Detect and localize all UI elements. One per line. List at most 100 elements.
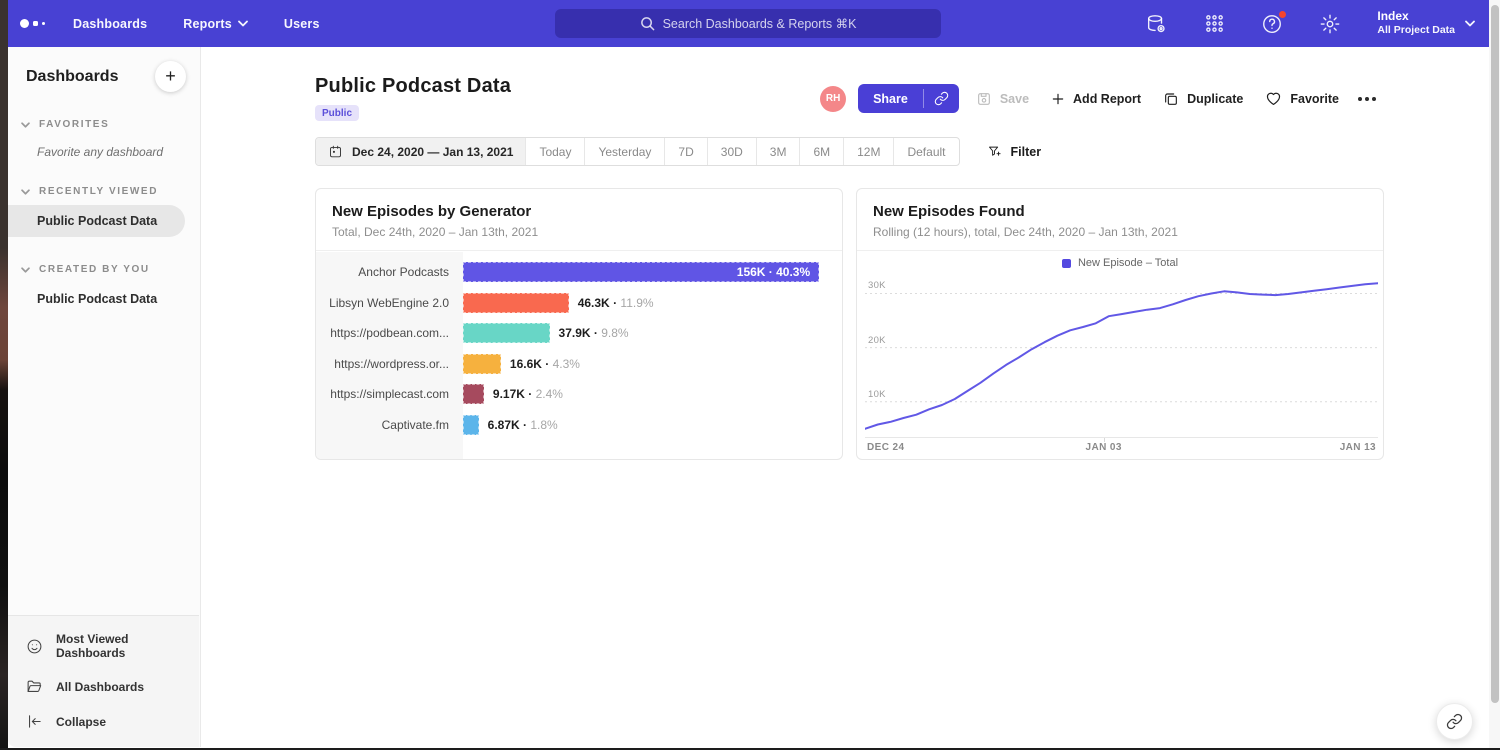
bar[interactable] — [463, 293, 569, 313]
bar-chart-subtitle: Total, Dec 24th, 2020 – Jan 13th, 2021 — [332, 225, 826, 239]
project-subtitle: All Project Data — [1377, 24, 1455, 37]
collapse-label: Collapse — [56, 715, 106, 729]
scrollbar-thumb[interactable] — [1491, 5, 1499, 703]
main-content: Public Podcast Data Public RH Share Save — [201, 47, 1489, 748]
bar-value: 16.6K · 4.3% — [510, 357, 580, 371]
preset-7d[interactable]: 7D — [664, 138, 706, 165]
collapse-sidebar-button[interactable]: Collapse — [8, 704, 199, 739]
nav-users[interactable]: Users — [284, 17, 320, 31]
preset-today[interactable]: Today — [525, 138, 584, 165]
bar-track: 156K · 40.3% — [463, 262, 842, 282]
chevron-down-icon — [1465, 20, 1475, 27]
favorite-button[interactable]: Favorite — [1254, 84, 1350, 113]
bar[interactable]: 156K · 40.3% — [463, 262, 819, 282]
bar-track: 37.9K · 9.8% — [463, 323, 842, 343]
copy-link-button[interactable] — [924, 84, 959, 113]
search-icon — [640, 16, 655, 31]
preset-30d[interactable]: 30D — [707, 138, 756, 165]
preset-yesterday[interactable]: Yesterday — [584, 138, 664, 165]
chevron-down-icon — [21, 122, 30, 128]
line-chart-title: New Episodes Found — [873, 203, 1367, 220]
legend-new-episode-total[interactable]: New Episode – Total — [857, 252, 1383, 274]
bar-category-label: https://simplecast.com — [316, 387, 463, 401]
all-dashboards-label: All Dashboards — [56, 680, 144, 694]
project-selector[interactable]: Index All Project Data — [1377, 9, 1475, 37]
dashboard-actions: RH Share Save Add Report — [820, 84, 1384, 113]
bar-row: https://podbean.com... 37.9K · 9.8% — [316, 318, 842, 349]
filter-icon — [987, 144, 1002, 159]
filter-button[interactable]: Filter — [987, 144, 1042, 159]
duplicate-button[interactable]: Duplicate — [1152, 84, 1254, 113]
line-chart-plot[interactable]: 10K20K30K — [865, 274, 1378, 438]
sidebar-item-public-podcast-data-2[interactable]: Public Podcast Data — [8, 283, 185, 315]
sidebar-item-public-podcast-data[interactable]: Public Podcast Data — [8, 205, 185, 237]
preset-3m[interactable]: 3M — [756, 138, 800, 165]
bar-value: 37.9K · 9.8% — [559, 326, 629, 340]
bar-track: 9.17K · 2.4% — [463, 384, 842, 404]
bar-value: 9.17K · 2.4% — [493, 387, 563, 401]
plus-icon — [1051, 92, 1065, 106]
legend-swatch — [1062, 259, 1071, 268]
sidebar-title: Dashboards — [26, 68, 118, 86]
nav-reports[interactable]: Reports — [183, 17, 248, 31]
app-logo[interactable] — [20, 19, 45, 28]
add-dashboard-button[interactable]: + — [155, 61, 186, 92]
preset-6m[interactable]: 6M — [799, 138, 843, 165]
bar-chart-title: New Episodes by Generator — [332, 203, 826, 220]
section-favorites[interactable]: FAVORITES — [8, 119, 200, 130]
get-link-floating-button[interactable] — [1436, 703, 1473, 740]
bar[interactable] — [463, 384, 484, 404]
line-series-new-episode-total[interactable] — [865, 283, 1378, 429]
preset-12m[interactable]: 12M — [843, 138, 893, 165]
legend-label: New Episode – Total — [1078, 257, 1178, 269]
apps-grid-icon[interactable] — [1203, 13, 1225, 35]
bar[interactable] — [463, 415, 479, 435]
search-input[interactable]: Search Dashboards & Reports ⌘K — [555, 9, 941, 38]
nav-users-label: Users — [284, 17, 320, 31]
bar-chart-rows: Anchor Podcasts156K · 40.3%Libsyn WebEng… — [316, 252, 842, 440]
section-created-by-you[interactable]: CREATED BY YOU — [8, 264, 200, 275]
x-tick-dec-24: DEC 24 — [867, 442, 904, 453]
share-button[interactable]: Share — [858, 84, 923, 113]
help-icon[interactable] — [1261, 13, 1283, 35]
add-report-button[interactable]: Add Report — [1040, 84, 1152, 113]
nav-dashboards-label: Dashboards — [73, 17, 147, 31]
scrollbar-track — [1489, 0, 1500, 750]
collapse-icon — [26, 713, 43, 730]
heart-icon — [1265, 90, 1282, 107]
section-created-by-you-label: CREATED BY YOU — [39, 264, 150, 275]
nav-dashboards[interactable]: Dashboards — [73, 17, 147, 31]
bar[interactable] — [463, 354, 501, 374]
x-tick-jan-13: JAN 13 — [1340, 442, 1376, 453]
filter-label: Filter — [1011, 145, 1042, 159]
logo-dot-medium — [33, 21, 38, 26]
gear-icon[interactable] — [1319, 13, 1341, 35]
save-button[interactable]: Save — [965, 84, 1040, 113]
bar[interactable] — [463, 323, 550, 343]
duplicate-icon — [1163, 91, 1179, 107]
logo-dot-small — [42, 22, 45, 25]
logo-dot-large — [20, 19, 29, 28]
date-range-picker[interactable]: Dec 24, 2020 — Jan 13, 2021 — [316, 138, 525, 165]
data-sources-icon[interactable] — [1145, 13, 1167, 35]
search-placeholder: Search Dashboards & Reports ⌘K — [663, 16, 857, 31]
public-badge: Public — [315, 105, 359, 121]
section-recently-viewed[interactable]: RECENTLY VIEWED — [8, 186, 200, 197]
sidebar-footer: Most Viewed Dashboards All Dashboards Co… — [8, 615, 199, 747]
most-viewed-dashboards-button[interactable]: Most Viewed Dashboards — [8, 623, 199, 669]
bar-track: 6.87K · 1.8% — [463, 415, 842, 435]
x-axis-labels: DEC 24 JAN 03 JAN 13 — [867, 442, 1376, 455]
bar-category-label: Captivate.fm — [316, 418, 463, 432]
chevron-down-icon — [21, 267, 30, 273]
bar-row: Captivate.fm 6.87K · 1.8% — [316, 410, 842, 441]
preset-default[interactable]: Default — [893, 138, 958, 165]
avatar[interactable]: RH — [820, 86, 846, 112]
bar-category-label: https://podbean.com... — [316, 326, 463, 340]
date-range-label: Dec 24, 2020 — Jan 13, 2021 — [352, 145, 513, 159]
chevron-down-icon — [238, 20, 248, 27]
line-chart-subtitle: Rolling (12 hours), total, Dec 24th, 202… — [873, 225, 1367, 239]
more-options-button[interactable] — [1350, 84, 1384, 113]
x-tick-jan-03: JAN 03 — [1086, 442, 1122, 453]
bar-value: 6.87K · 1.8% — [488, 418, 558, 432]
all-dashboards-button[interactable]: All Dashboards — [8, 669, 199, 704]
